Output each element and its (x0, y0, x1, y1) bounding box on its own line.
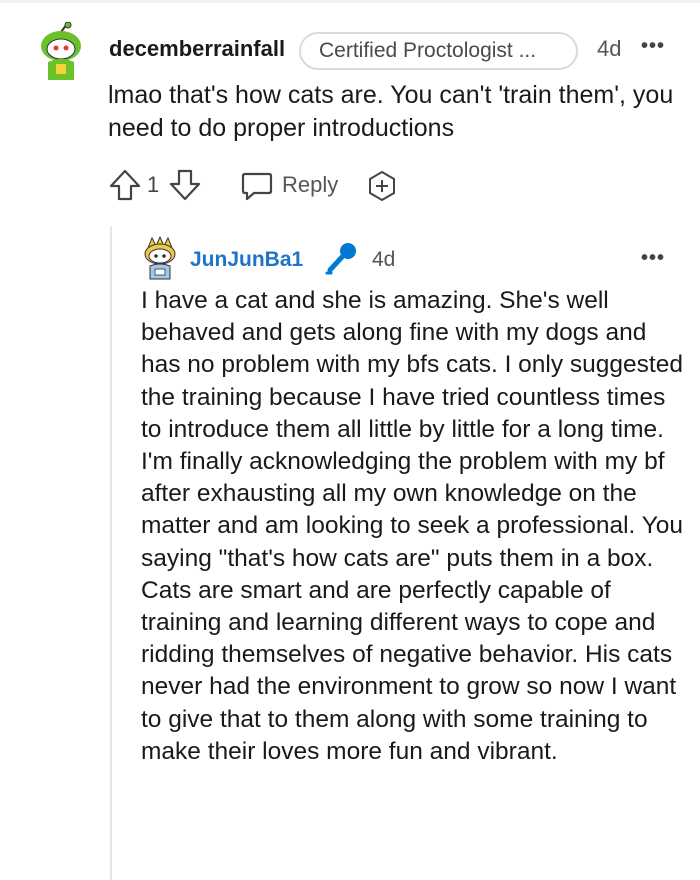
reply-comment-body: I have a cat and she is amazing. She's w… (141, 287, 684, 765)
reply-timestamp: 4d (372, 248, 396, 271)
parent-username[interactable]: decemberrainfall (109, 36, 285, 62)
more-options-icon[interactable]: ••• (641, 247, 665, 270)
user-flair-badge: Certified Proctologist ... (299, 32, 578, 70)
vote-count: 1 (147, 172, 160, 197)
parent-timestamp: 4d (597, 36, 622, 61)
microphone-icon (324, 240, 360, 276)
comment-actions-bar: 1 Reply (108, 168, 408, 204)
comment-thread: decemberrainfall Certified Proctologist … (0, 0, 700, 880)
reply-icon[interactable] (240, 170, 274, 207)
reply-button[interactable]: Reply (282, 172, 338, 198)
more-options-icon[interactable]: ••• (641, 35, 665, 58)
upvote-icon[interactable] (108, 168, 142, 207)
snoo-avatar-icon (144, 235, 176, 280)
downvote-icon[interactable] (168, 168, 202, 207)
user-avatar-junjunba1[interactable] (140, 235, 180, 280)
top-divider (0, 0, 700, 3)
award-icon[interactable] (366, 170, 398, 207)
reply-username[interactable]: JunJunBa1 (190, 248, 303, 272)
snoo-avatar-icon (41, 21, 81, 80)
thread-line[interactable] (110, 226, 112, 880)
parent-comment-body: lmao that's how cats are. You can't 'tra… (108, 81, 674, 142)
user-avatar-decemberrainfall[interactable] (36, 21, 86, 82)
